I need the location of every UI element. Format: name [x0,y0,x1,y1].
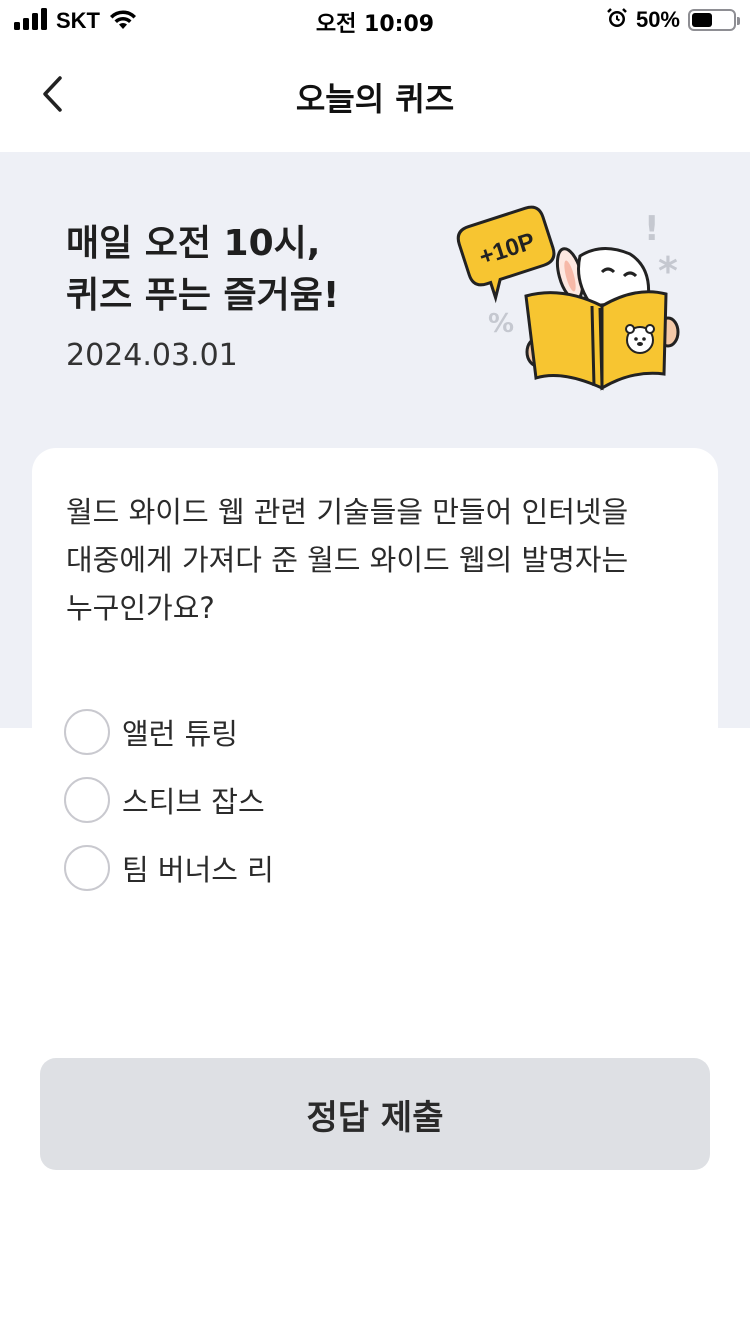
rabbit-reading-book-illustration: ! * % +10P [452,202,702,402]
hero-title-line1: 매일 오전 10시, [66,223,321,264]
quiz-date: 2024.03.01 [66,338,238,373]
answer-option-3[interactable]: 팀 버너스 리 [64,834,274,902]
hero-title: 매일 오전 10시, 퀴즈 푸는 즐거움! [66,218,339,322]
quiz-question: 월드 와이드 웹 관련 기술들을 만들어 인터넷을 대중에게 가져다 준 월드 … [66,495,629,625]
alarm-icon [606,7,628,33]
radio-button[interactable] [64,709,110,755]
hero-title-line2: 퀴즈 푸는 즐거움! [66,275,340,316]
status-bar: SKT 오전 10:09 50% [0,0,750,44]
answer-option-1[interactable]: 앨런 튜링 [64,698,274,766]
option-label: 스티브 잡스 [122,785,265,819]
answer-options: 앨런 튜링 스티브 잡스 팀 버너스 리 [64,698,274,902]
battery-icon [688,9,740,31]
submit-answer-button[interactable]: 정답 제출 [40,1058,710,1170]
radio-button[interactable] [64,777,110,823]
battery-percent: 50% [635,7,680,32]
battery-fill [692,13,712,27]
option-label: 앨런 튜링 [122,717,238,751]
page-title: 오늘의 퀴즈 [295,80,455,118]
percent-mark: % [488,309,514,339]
nav-bar: 오늘의 퀴즈 [0,44,750,152]
quiz-card: 월드 와이드 웹 관련 기술들을 만들어 인터넷을 대중에게 가져다 준 월드 … [32,448,718,948]
exclaim-mark: ! [644,209,660,249]
option-label: 팀 버너스 리 [122,853,274,887]
answer-option-2[interactable]: 스티브 잡스 [64,766,274,834]
status-right: 50% [606,7,740,33]
asterisk-mark: * [658,249,678,293]
radio-button[interactable] [64,845,110,891]
